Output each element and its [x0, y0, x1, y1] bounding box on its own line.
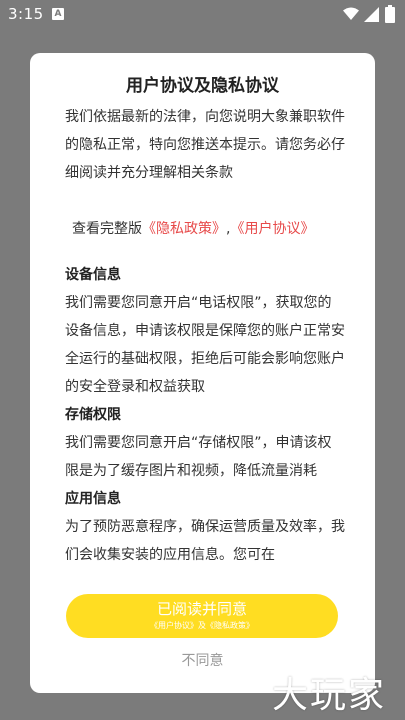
- agree-button-label: 已阅读并同意: [156, 600, 247, 618]
- section-heading-device: 设备信息: [65, 267, 121, 283]
- section-body-apps: 为了预防恶意程序，确保运营质量及效率，我们会收集安装的应用信息。您可在: [65, 519, 345, 563]
- dialog-title: 用户协议及隐私协议: [126, 76, 279, 96]
- status-time: 3:15: [8, 5, 44, 23]
- section-heading-storage: 存储权限: [65, 407, 121, 423]
- status-bar: 3:15 A: [0, 0, 405, 30]
- watermark-logo: 大玩家: [272, 675, 387, 716]
- section-body-device: 我们需要您同意开启“电话权限”，获取您的设备信息，申请该权限是保障您的账户正常安…: [65, 295, 345, 395]
- intro-text: 我们依据最新的法律，向您说明大象兼职软件的隐私正常，特向您推送本提示。请您务必仔…: [65, 109, 345, 181]
- battery-icon: [385, 5, 395, 23]
- privacy-policy-link[interactable]: 《隐私政策》: [142, 221, 226, 237]
- privacy-dialog: 用户协议及隐私协议 我们依据最新的法律，向您说明大象兼职软件的隐私正常，特向您推…: [30, 53, 375, 693]
- user-agreement-link[interactable]: 《用户协议》: [230, 221, 314, 237]
- links-line: 查看完整版《隐私政策》,《用户协议》: [65, 215, 345, 243]
- agreement-content[interactable]: 我们依据最新的法律，向您说明大象兼职软件的隐私正常，特向您推送本提示。请您务必仔…: [65, 103, 345, 573]
- agree-button-sublabel: 《用户协议》及《隐私政策》: [150, 621, 254, 630]
- section-heading-apps: 应用信息: [65, 491, 121, 507]
- section-body-storage: 我们需要您同意开启“存储权限”，申请该权限是为了缓存图片和视频，降低流量消耗: [65, 435, 332, 479]
- wifi-icon: [343, 7, 359, 20]
- notification-badge-icon: A: [52, 8, 64, 20]
- signal-icon: [364, 7, 379, 22]
- links-prefix: 查看完整版: [72, 221, 142, 237]
- agree-button[interactable]: 已阅读并同意 《用户协议》及《隐私政策》: [66, 594, 338, 638]
